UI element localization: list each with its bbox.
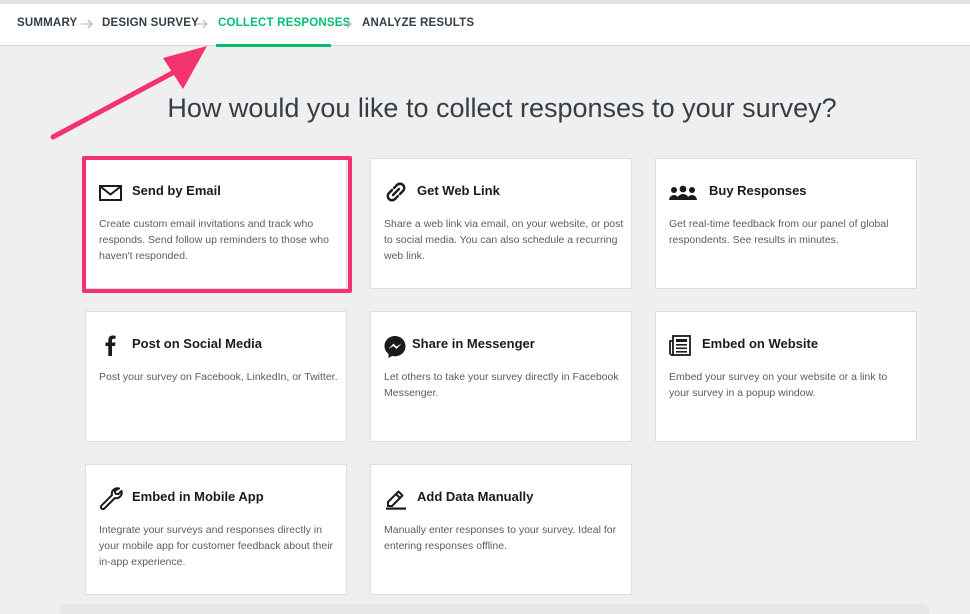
- messenger-icon: [383, 334, 409, 360]
- card-description: Get real-time feedback from our panel of…: [669, 218, 889, 247]
- card-description: Share a web link via email, on your webs…: [384, 218, 624, 263]
- card-description: Embed your survey on your website or a l…: [669, 371, 888, 400]
- card-title: Embed on Website: [702, 336, 819, 351]
- collector-card-add-data-manually[interactable]: Add Data Manually Manually enter respons…: [370, 464, 632, 595]
- collector-card-send-by-email[interactable]: Send by Email Create custom email invita…: [85, 158, 347, 289]
- card-title: Send by Email: [132, 183, 221, 198]
- bottom-edge-shadow: [60, 604, 930, 614]
- step-arrow-icon: [340, 19, 352, 29]
- wrench-icon: [98, 485, 124, 511]
- collector-card-embed-on-website[interactable]: Embed on Website Embed your survey on yo…: [655, 311, 917, 442]
- card-title: Add Data Manually: [417, 489, 534, 504]
- card-title: Post on Social Media: [132, 336, 263, 351]
- facebook-icon: [98, 332, 124, 358]
- people-icon: [668, 179, 697, 205]
- card-description: Manually enter responses to your survey.…: [384, 524, 617, 553]
- newspaper-icon: [668, 332, 694, 358]
- card-title: Get Web Link: [417, 183, 500, 198]
- collector-card-embed-in-mobile-app[interactable]: Embed in Mobile App Integrate your surve…: [85, 464, 347, 595]
- collector-card-post-on-social-media[interactable]: Post on Social Media Post your survey on…: [85, 311, 347, 442]
- collector-card-get-web-link[interactable]: Get Web Link Share a web link via email,…: [370, 158, 632, 289]
- step-design-survey[interactable]: DESIGN SURVEY: [102, 17, 199, 29]
- step-analyze-results[interactable]: ANALYZE RESULTS: [362, 17, 474, 29]
- card-title: Share in Messenger: [412, 336, 535, 351]
- step-arrow-icon: [196, 19, 208, 29]
- active-step-indicator: [216, 44, 331, 47]
- step-arrow-icon: [81, 19, 93, 29]
- link-icon: [383, 179, 409, 205]
- step-navigation: SUMMARY DESIGN SURVEY COLLECT RESPONSES …: [0, 0, 970, 47]
- card-description: Integrate your surveys and responses dir…: [99, 524, 334, 569]
- step-summary[interactable]: SUMMARY: [17, 17, 77, 29]
- card-title: Buy Responses: [709, 183, 807, 198]
- page-title: How would you like to collect responses …: [167, 93, 837, 123]
- collector-card-buy-responses[interactable]: Buy Responses Get real-time feedback fro…: [655, 158, 917, 289]
- envelope-icon: [98, 179, 124, 205]
- collector-card-share-in-messenger[interactable]: Share in Messenger Let others to take yo…: [370, 311, 632, 442]
- card-title: Embed in Mobile App: [132, 489, 264, 504]
- card-description: Create custom email invitations and trac…: [99, 218, 329, 263]
- step-collect-responses[interactable]: COLLECT RESPONSES: [218, 17, 350, 29]
- pencil-icon: [383, 485, 409, 511]
- card-description: Let others to take your survey directly …: [384, 371, 619, 400]
- card-description: Post your survey on Facebook, LinkedIn, …: [99, 371, 338, 383]
